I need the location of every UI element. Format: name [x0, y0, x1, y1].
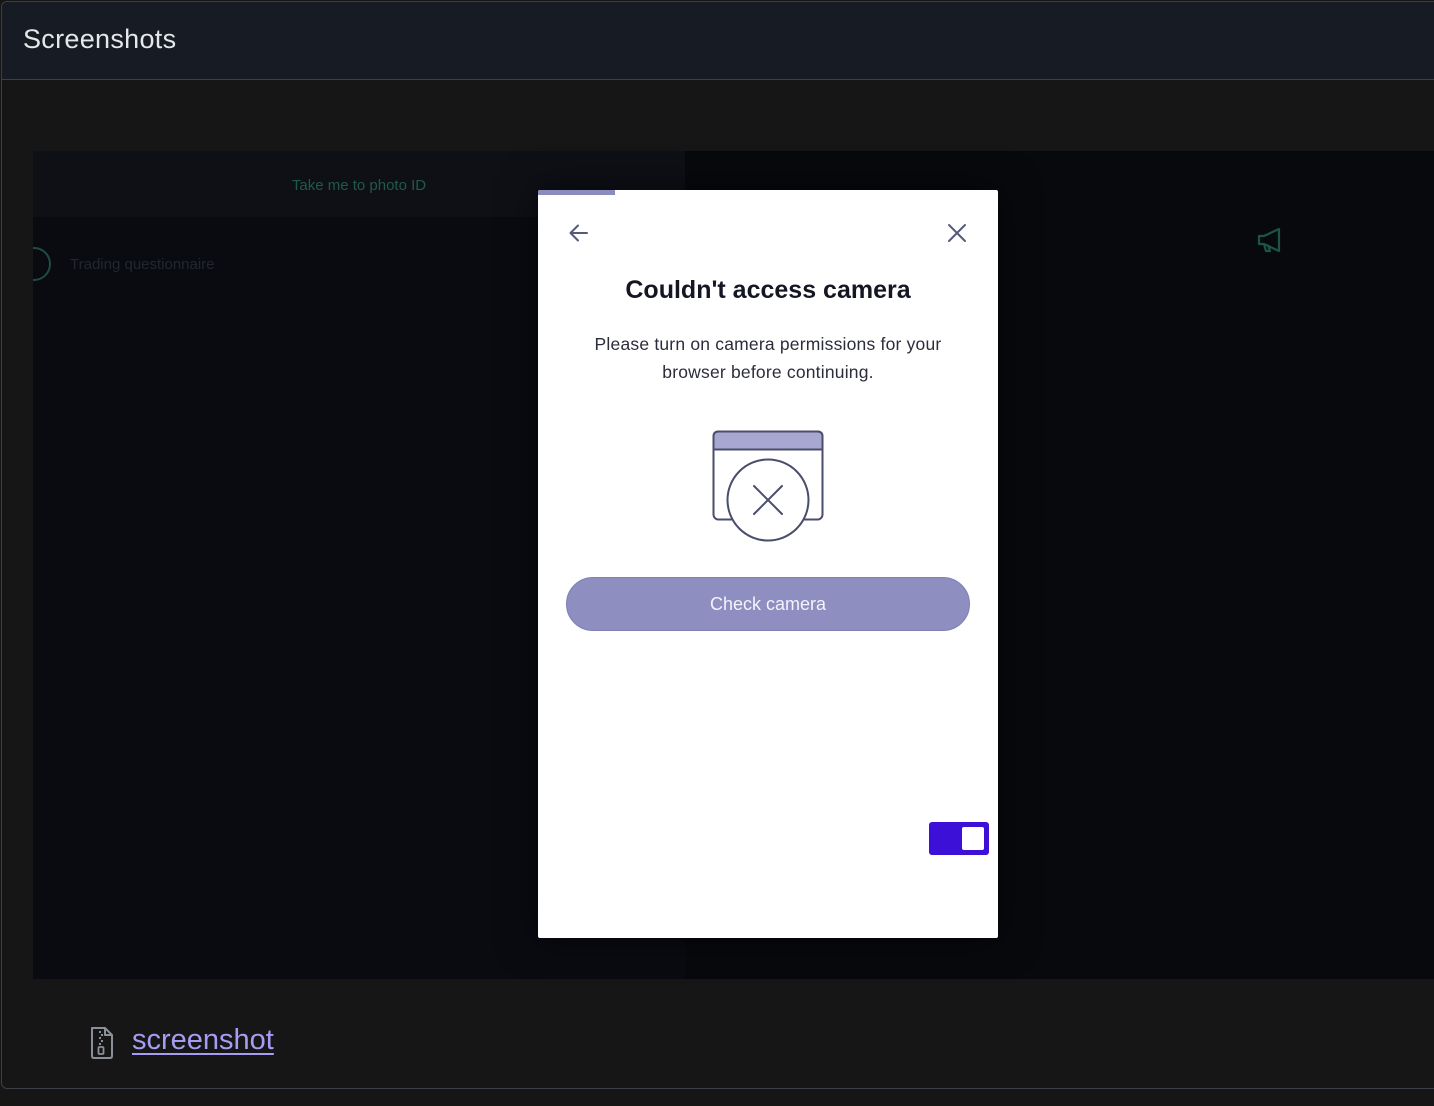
- panel-title: Screenshots: [23, 24, 177, 54]
- camera-blocked-illustration: [712, 430, 824, 542]
- panel-header: Screenshots: [2, 2, 1434, 80]
- background-step-label: Trading questionnaire: [70, 256, 215, 273]
- modal-description: Please turn on camera permissions for yo…: [594, 334, 942, 382]
- close-button[interactable]: [944, 220, 970, 246]
- toggle-knob: [962, 827, 984, 850]
- camera-error-modal: Couldn't access camera Please turn on ca…: [538, 190, 998, 938]
- back-button[interactable]: [566, 220, 592, 246]
- progress-bar: [538, 190, 615, 195]
- megaphone-icon: [1257, 227, 1281, 253]
- arrow-left-icon: [569, 224, 588, 242]
- modal-title: Couldn't access camera: [625, 276, 911, 304]
- toggle-switch[interactable]: [929, 822, 989, 855]
- close-icon: [948, 224, 966, 242]
- zip-file-icon: [91, 1027, 113, 1059]
- check-camera-button[interactable]: Check camera: [566, 577, 970, 631]
- screenshot-download-link[interactable]: screenshot: [132, 1024, 274, 1057]
- step-progress-circle: [33, 247, 51, 281]
